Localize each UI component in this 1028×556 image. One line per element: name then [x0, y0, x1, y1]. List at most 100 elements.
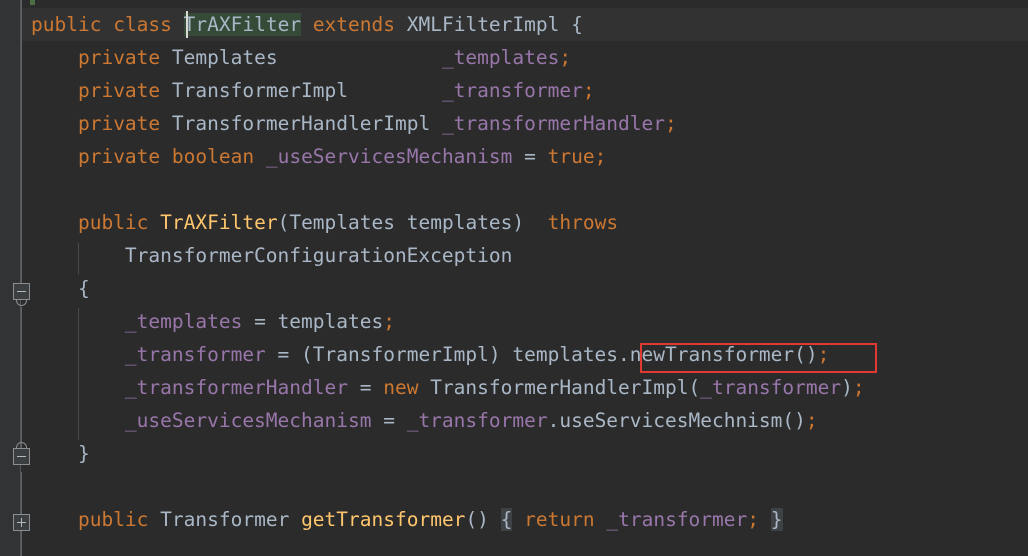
- code-token: _transformer: [700, 376, 842, 399]
- code-line[interactable]: public TrAXFilter(Templates templates) t…: [31, 206, 618, 239]
- code-line[interactable]: _transformerHandler = new TransformerHan…: [31, 371, 865, 404]
- code-token: ;: [805, 409, 818, 432]
- code-token: ;: [747, 508, 760, 531]
- code-token: templates: [512, 343, 619, 366]
- code-line[interactable]: public Transformer getTransformer() { re…: [31, 503, 783, 536]
- code-token: extends: [312, 13, 395, 36]
- code-token: private: [77, 46, 161, 69]
- code-token: Templates: [289, 211, 395, 234]
- code-token: ;: [817, 343, 830, 366]
- code-token: class: [113, 13, 172, 36]
- code-token: =: [512, 145, 548, 168]
- code-token: ;: [582, 79, 595, 102]
- code-token: boolean: [171, 145, 255, 168]
- code-token: TransformerHandlerImpl: [171, 112, 431, 135]
- code-token: ;: [665, 112, 677, 135]
- code-token: Templates: [171, 46, 278, 69]
- code-token: _transformer: [124, 343, 266, 366]
- code-line[interactable]: private boolean _useServicesMechanism = …: [31, 140, 606, 173]
- code-token: (: [688, 376, 701, 399]
- code-token: _transformer: [606, 508, 748, 531]
- text-caret: [186, 11, 188, 38]
- code-token: templates: [277, 310, 384, 333]
- code-token: return: [524, 508, 595, 531]
- code-token: _transformer: [406, 409, 548, 432]
- code-token: =: [242, 310, 278, 333]
- code-token: _transformerHandler: [441, 112, 665, 135]
- code-token: ): [841, 376, 853, 399]
- code-line[interactable]: private TransformerImpl _transformer;: [31, 74, 595, 107]
- code-text-area[interactable]: public class TrAXFilter extends XMLFilte…: [0, 0, 1028, 556]
- code-token: newTransformer: [629, 343, 795, 366]
- code-token: ): [488, 343, 513, 366]
- code-line[interactable]: }: [31, 437, 90, 470]
- code-line[interactable]: {: [31, 272, 90, 305]
- code-editor-window: public class TrAXFilter extends XMLFilte…: [0, 0, 1028, 556]
- code-token: (: [277, 211, 290, 234]
- code-token: (): [782, 409, 806, 432]
- code-line[interactable]: [31, 470, 43, 503]
- code-token: (): [794, 343, 818, 366]
- code-line[interactable]: private Templates _templates;: [31, 41, 571, 74]
- code-token: ): [512, 211, 548, 234]
- code-token: new: [383, 376, 419, 399]
- code-token: TrAXFilter: [160, 211, 278, 234]
- folded-region-placeholder: {: [500, 508, 513, 531]
- code-line[interactable]: [31, 173, 43, 206]
- code-token: public: [31, 13, 102, 36]
- code-token: = (: [265, 343, 313, 366]
- code-line[interactable]: _transformer = (TransformerImpl) templat…: [31, 338, 829, 371]
- code-line[interactable]: public class TrAXFilter extends XMLFilte…: [31, 8, 583, 41]
- code-token: throws: [547, 211, 619, 234]
- code-line[interactable]: TransformerConfigurationException: [31, 239, 512, 272]
- code-token: XMLFilterImpl: [406, 13, 560, 36]
- code-token: ;: [559, 46, 572, 69]
- code-token: ;: [383, 310, 395, 333]
- code-token: TransformerImpl: [171, 79, 349, 102]
- code-token: }: [77, 442, 90, 465]
- code-line[interactable]: private TransformerHandlerImpl _transfor…: [31, 107, 677, 140]
- code-token: (): [465, 508, 489, 531]
- code-token: {: [571, 13, 583, 36]
- code-token: templates: [406, 211, 513, 234]
- code-token: .: [547, 409, 560, 432]
- code-token: TransformerImpl: [312, 343, 489, 366]
- code-token: .: [618, 343, 630, 366]
- code-token: Transformer: [160, 508, 290, 531]
- code-token: _transformerHandler: [124, 376, 348, 399]
- code-token: useServicesMechnism: [559, 409, 783, 432]
- code-line[interactable]: _templates = templates;: [31, 305, 395, 338]
- code-token: {: [77, 277, 90, 300]
- code-line[interactable]: _useServicesMechanism = _transformer.use…: [31, 404, 818, 437]
- code-token: private: [77, 145, 161, 168]
- code-token: true: [547, 145, 595, 168]
